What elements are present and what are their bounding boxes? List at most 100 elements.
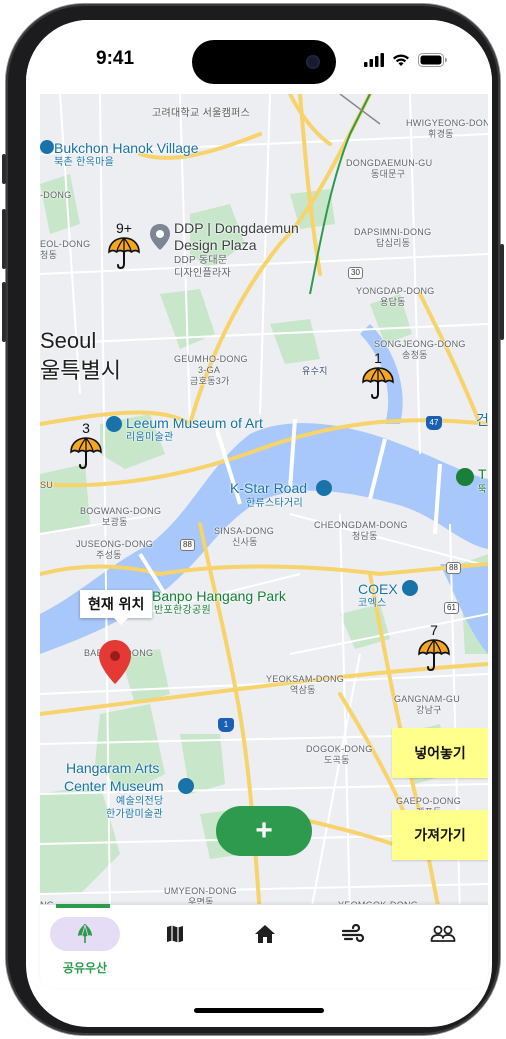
label-bukchon-ko: 북촌 한옥마을 — [54, 157, 115, 168]
label-eol-ko: 청동 — [40, 250, 58, 260]
current-location-callout: 현재 위치 — [80, 590, 153, 625]
volume-up-button — [2, 209, 6, 269]
label-su: SU — [40, 480, 54, 490]
umbrella-marker-1[interactable]: 9+ — [102, 220, 146, 274]
road-shield-30: 30 — [348, 267, 363, 279]
nav-pill — [318, 917, 388, 951]
map-view[interactable]: 고려대학교 서울캠퍼스 HWIGYEONG-DONG 휘경동 Bukchon H… — [40, 94, 488, 916]
label-yeoksam-en: YEOKSAM-DONG — [266, 674, 345, 684]
label-yusuji: 유수지 — [302, 366, 328, 376]
status-icons — [364, 50, 448, 70]
phone-frame: 9:41 고려대학교 서울캠퍼스 HWIGYEONG-DON 휘경동 Bukch… — [2, 4, 504, 1035]
label-songjeong-ko: 송정동 — [402, 350, 428, 360]
label-banpo-en: Banpo Hangang Park — [152, 588, 286, 604]
label-geumho-ko: 금호동3가 — [190, 376, 230, 386]
label-ddp-ko2: 디자인플라자 — [174, 268, 231, 279]
nav-active-indicator — [56, 904, 110, 908]
label-leeum-en: Leeum Museum of Art — [126, 415, 263, 431]
umbrella-icon — [70, 437, 102, 470]
map-icon — [167, 925, 183, 943]
group-icon — [430, 925, 456, 942]
label-dogok-en: DOGOK-DONG — [306, 744, 373, 754]
nav-pill — [140, 917, 210, 951]
label-kstar-ko: 한류스타거리 — [246, 498, 303, 509]
label-hwigyeong-en: HWIGYEONG-DONG — [406, 118, 488, 128]
label-ddp-en1: DDP | Dongdaemun — [174, 220, 299, 236]
coex-poi-icon — [402, 580, 418, 596]
label-hangaram-ko1: 예술의전당 — [116, 796, 164, 807]
nav-item-weather[interactable] — [318, 917, 388, 979]
label-sinsa-ko: 신사동 — [232, 537, 258, 547]
label-dapsimni-en: DAPSIMNI-DONG — [354, 227, 432, 237]
dynamic-island — [192, 40, 336, 84]
volume-down-button — [2, 282, 6, 342]
label-ddp-en2: Design Plaza — [174, 237, 257, 253]
status-bar: 9:41 — [26, 20, 492, 94]
label-hwigyeong-ko: 휘경동 — [428, 129, 454, 139]
label-coex-ko: 코엑스 — [358, 598, 387, 609]
hangaram-poi-icon — [178, 778, 194, 794]
nav-item-share-umbrella[interactable]: 공유우산 — [50, 917, 120, 979]
road-shield-61: 61 — [444, 602, 459, 614]
label-bukchon-en: Bukchon Hanok Village — [54, 140, 199, 156]
mute-switch — [2, 154, 6, 184]
umbrella-count: 3 — [82, 420, 90, 436]
label-gangnam-ko: 강남구 — [416, 705, 442, 715]
label-cheongdam-ko: 청담동 — [352, 531, 378, 541]
label-coex-en: COEX — [358, 581, 398, 597]
label-hangaram-ko2: 한가람미술관 — [106, 809, 163, 820]
home-indicator[interactable] — [194, 1008, 324, 1013]
umbrella-marker-4[interactable]: 7 — [412, 622, 456, 676]
label-yongdap-en: YONGDAP-DONG — [356, 286, 435, 296]
highway-shield-1: 1 — [218, 718, 234, 732]
nav-pill — [230, 917, 300, 951]
leeum-poi-icon — [106, 416, 122, 432]
nav-item-home[interactable] — [230, 917, 300, 979]
label-korea-univ: 고려대학교 서울캠퍼스 — [152, 108, 251, 119]
label-kstar-en: K-Star Road — [230, 480, 308, 496]
label-umyeon-en: UMYEON-DONG — [164, 886, 237, 896]
label-bogwang-ko: 보광동 — [102, 517, 128, 527]
label-ttuk: 뚝 — [478, 484, 487, 494]
power-button — [500, 244, 504, 340]
label-leeum-ko: 리움미술관 — [126, 432, 174, 443]
nav-label-share-umbrella: 공유우산 — [62, 961, 108, 975]
put-umbrella-button[interactable]: 넣어놓기 — [392, 728, 488, 778]
label-hangaram-en1: Hangaram Arts — [66, 760, 160, 776]
ddp-pin-icon — [150, 224, 170, 250]
umbrella-icon — [362, 367, 394, 400]
label-dapsimni-ko: 답십리동 — [376, 238, 411, 248]
umbrella-marker-3[interactable]: 3 — [64, 420, 108, 474]
label-dongdaemun-gu-en: DONGDAEMUN-GU — [346, 158, 433, 168]
umbrella-marker-2[interactable]: 1 — [356, 350, 400, 404]
nav-item-community[interactable] — [408, 917, 478, 979]
nav-item-map[interactable] — [140, 917, 210, 979]
label-sinsa-en: SINSA-DONG — [214, 526, 275, 536]
front-camera-icon — [306, 55, 320, 69]
nav-pill — [408, 917, 478, 951]
label-yeoksam-ko: 역삼동 — [290, 685, 316, 695]
bottom-nav: 공유우산 — [40, 904, 488, 988]
label-seoul-ko: 울특별시 — [40, 358, 121, 383]
label-gangnam-en: GANGNAM-GU — [394, 694, 460, 704]
label-ddp-ko1: DDP 동대문 — [174, 255, 228, 266]
umbrella-count: 9+ — [116, 220, 132, 236]
label-geumho-en2: 3-GA — [198, 365, 221, 375]
wind-icon — [341, 924, 365, 943]
current-location-pin-icon[interactable] — [98, 639, 132, 685]
take-umbrella-button[interactable]: 가져가기 — [392, 810, 488, 860]
label-dong-left: -DONG — [40, 190, 72, 200]
add-button[interactable]: + — [216, 806, 312, 856]
label-geon: 건 — [476, 412, 488, 428]
umbrella-icon — [108, 237, 140, 270]
nav-pill-active — [50, 917, 120, 951]
label-bogwang-en: BOGWANG-DONG — [80, 506, 162, 516]
label-hangaram-en2: Center Museum — [64, 778, 164, 794]
umbrella-count: 1 — [374, 350, 382, 366]
label-songjeong-en: SONGJEONG-DONG — [374, 339, 466, 349]
label-yongdap-ko: 용답동 — [380, 297, 406, 307]
road-shield-88b: 88 — [446, 562, 461, 574]
home-icon — [255, 925, 275, 943]
umbrella-nav-icon — [78, 924, 92, 943]
signal-icon — [364, 53, 384, 67]
